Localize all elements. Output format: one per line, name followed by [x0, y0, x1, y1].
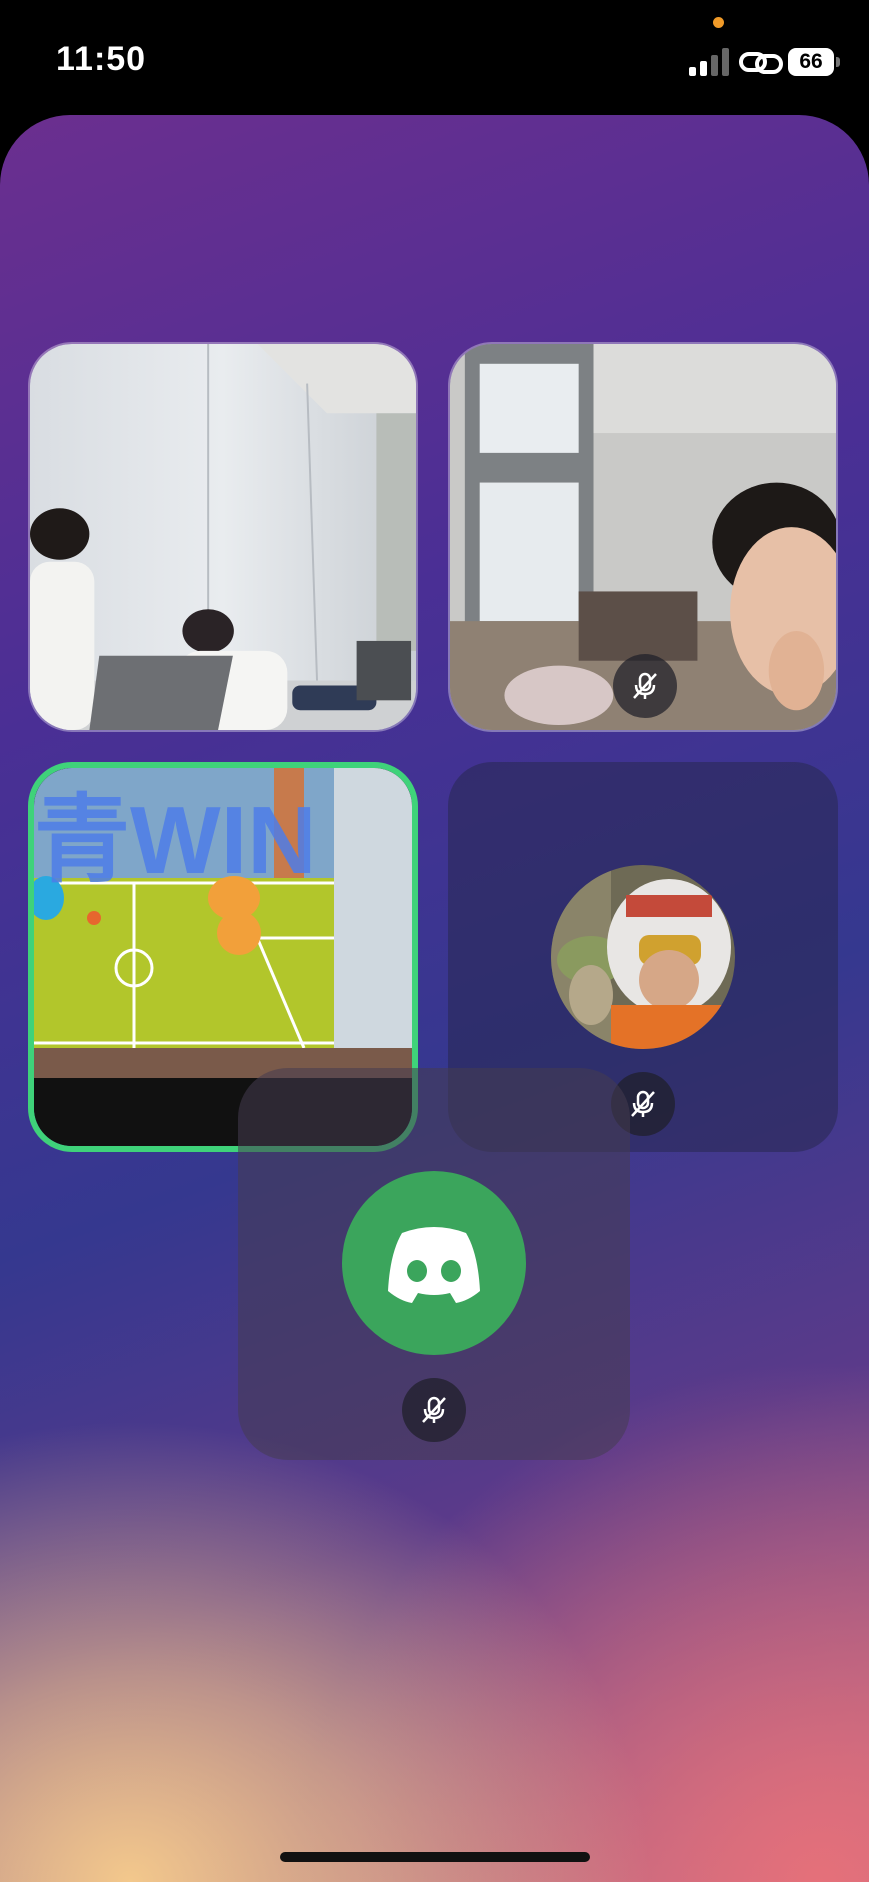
cellular-signal-icon — [689, 48, 729, 76]
mic-off-icon — [422, 1396, 446, 1423]
link-icon — [739, 52, 783, 74]
mic-off-icon — [633, 672, 657, 699]
participant-discord-avatar-tile[interactable] — [238, 1068, 630, 1460]
voice-call-screen: 青WIN — [0, 115, 869, 1882]
participant-avatar — [551, 865, 735, 1049]
participant-video-feed — [30, 344, 416, 730]
status-time: 11:50 — [56, 40, 147, 78]
battery-icon: 66 — [788, 48, 842, 78]
discord-default-avatar — [342, 1171, 526, 1355]
muted-badge — [402, 1378, 466, 1442]
battery-level: 66 — [788, 48, 834, 76]
avatar-image — [551, 865, 735, 1049]
participant-video-tile-1[interactable] — [28, 342, 418, 732]
home-indicator[interactable] — [280, 1852, 590, 1862]
participant-video-tile-2[interactable] — [448, 342, 838, 732]
status-bar: 11:50 66 — [0, 0, 869, 118]
discord-logo-icon — [388, 1227, 480, 1303]
muted-badge — [613, 654, 677, 718]
screen-share-text: 青WIN — [34, 787, 317, 894]
mic-off-icon — [631, 1090, 655, 1117]
battery-tip — [836, 57, 840, 67]
microphone-in-use-indicator — [713, 17, 724, 28]
